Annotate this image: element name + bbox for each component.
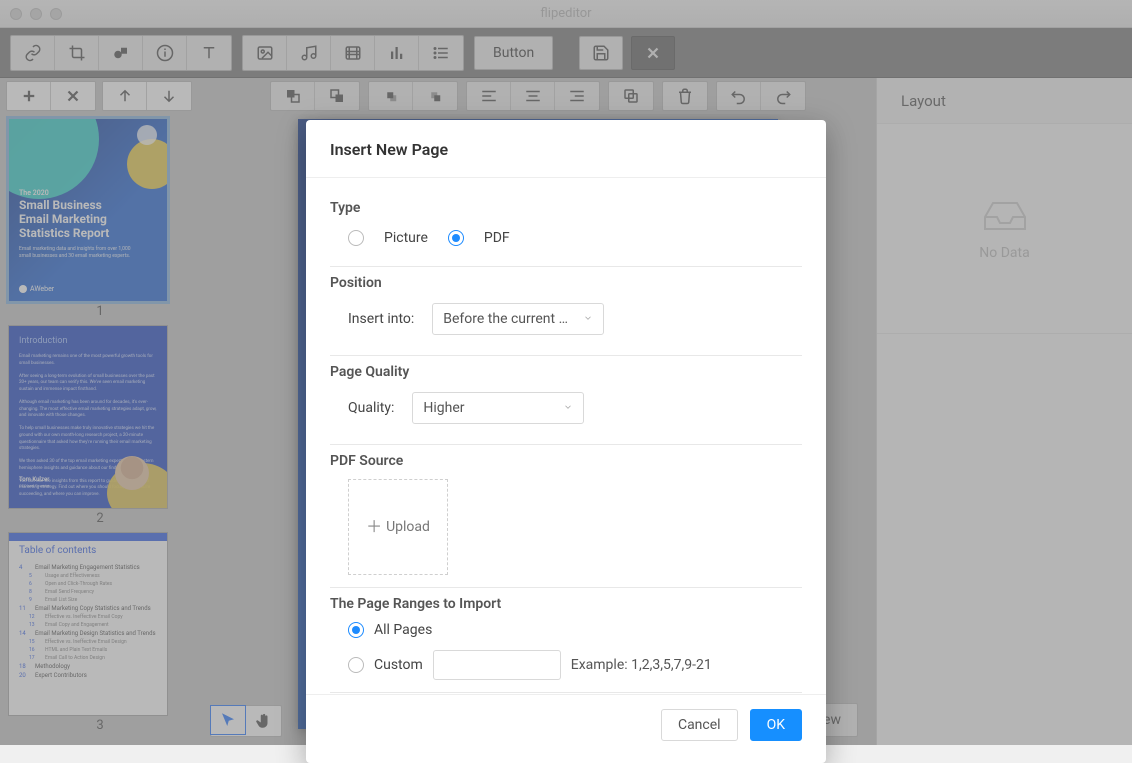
insert-into-label: Insert into: (348, 311, 414, 327)
type-pdf-label: PDF (484, 230, 510, 246)
range-custom-label: Custom (374, 657, 423, 673)
insert-into-value: Before the current … (443, 311, 568, 327)
source-section-label: PDF Source (330, 453, 802, 469)
insert-page-dialog: Insert New Page Type Picture PDF Positio… (306, 120, 826, 763)
type-picture-radio[interactable] (348, 230, 364, 246)
chevron-down-icon (563, 400, 573, 416)
quality-label: Quality: (348, 400, 394, 416)
range-example-label: Example: 1,2,3,5,7,9-21 (571, 657, 712, 673)
range-all-radio[interactable] (348, 622, 364, 638)
type-pdf-radio[interactable] (448, 230, 464, 246)
dialog-title: Insert New Page (306, 120, 826, 178)
range-custom-radio[interactable] (348, 657, 364, 673)
cancel-button[interactable]: Cancel (661, 709, 738, 741)
range-custom-input[interactable] (433, 650, 561, 680)
type-picture-label: Picture (384, 230, 428, 246)
upload-dropzone[interactable]: ＋ Upload (348, 479, 448, 575)
quality-select[interactable]: Higher (412, 392, 584, 424)
chevron-down-icon (583, 311, 593, 327)
ok-button[interactable]: OK (750, 709, 802, 741)
quality-section-label: Page Quality (330, 364, 802, 380)
insert-into-select[interactable]: Before the current … (432, 303, 604, 335)
ranges-section-label: The Page Ranges to Import (330, 596, 802, 612)
position-section-label: Position (330, 275, 802, 291)
upload-label: Upload (386, 519, 430, 535)
plus-icon: ＋ (366, 519, 382, 535)
modal-overlay: Insert New Page Type Picture PDF Positio… (0, 0, 1132, 745)
range-all-label: All Pages (374, 622, 432, 638)
quality-value: Higher (423, 400, 464, 416)
type-section-label: Type (330, 200, 802, 216)
